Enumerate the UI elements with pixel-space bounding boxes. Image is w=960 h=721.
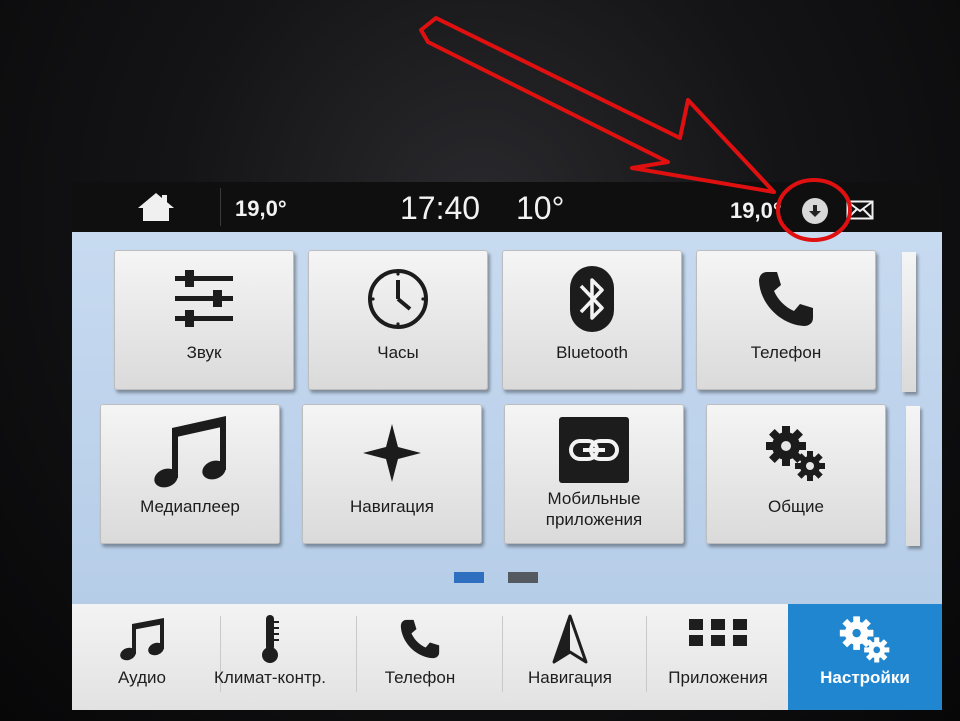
navigation-arrow-icon [552, 614, 588, 664]
status-bar: 19,0° 17:40 10° 19,0° [72, 182, 942, 232]
next-page-tile-edge [906, 406, 920, 546]
tile-label: Звук [186, 343, 222, 362]
tile-phone[interactable]: Телефон [696, 250, 876, 390]
link-icon [559, 417, 629, 483]
tile-bluetooth[interactable]: Bluetooth [502, 250, 682, 390]
nav-settings[interactable]: Настройки [788, 604, 942, 710]
mail-icon [846, 200, 874, 220]
download-icon [809, 205, 821, 217]
nav-apps[interactable]: Приложения [648, 604, 788, 700]
phone-icon [400, 619, 440, 659]
tile-label: Медиаплеер [140, 497, 240, 516]
nav-navigation[interactable]: Навигация [500, 604, 640, 700]
nav-label: Настройки [820, 668, 910, 687]
nav-label: Навигация [528, 668, 612, 687]
bluetooth-icon [570, 266, 614, 332]
bottom-navigation: Аудио Климат-контр. Телефон Навигация Пр… [72, 604, 942, 710]
nav-phone[interactable]: Телефон [350, 604, 490, 700]
grid-icon [689, 619, 747, 646]
tile-label: Телефон [750, 343, 822, 362]
thermometer-icon [262, 615, 279, 663]
clock-icon [368, 269, 428, 329]
clock-time: 17:40 [400, 190, 481, 226]
nav-label: Климат-контр. [214, 668, 326, 687]
outside-temperature: 10° [516, 190, 565, 226]
next-page-tile-edge [902, 252, 916, 392]
sliders-icon [175, 270, 233, 327]
star-compass-icon [363, 424, 421, 482]
nav-label: Телефон [384, 668, 456, 687]
download-button[interactable] [802, 198, 828, 224]
tile-label: Навигация [350, 497, 434, 516]
home-button[interactable] [128, 188, 184, 226]
music-note-icon [120, 618, 164, 661]
tile-label: Bluetooth [556, 343, 628, 362]
tile-general[interactable]: Общие [706, 404, 886, 544]
tile-label: Часы [377, 343, 419, 362]
divider [646, 616, 647, 692]
tile-mobile-apps[interactable]: Мобильные приложения [504, 404, 684, 544]
touch-screen: 19,0° 17:40 10° 19,0° Звук Часы Bluetoot… [72, 182, 942, 710]
gears-icon [766, 426, 825, 481]
tile-sound[interactable]: Звук [114, 250, 294, 390]
tile-navigation[interactable]: Навигация [302, 404, 482, 544]
home-icon [138, 193, 174, 221]
nav-climate[interactable]: Климат-контр. [200, 604, 340, 700]
tile-media-player[interactable]: Медиаплеер [100, 404, 280, 544]
music-note-icon [154, 416, 226, 488]
nav-label: Аудио [118, 668, 166, 687]
cabin-temperature-left[interactable]: 19,0° [235, 196, 287, 222]
messages-button[interactable] [846, 200, 874, 225]
tile-label: Мобильные приложения [545, 489, 643, 529]
tile-clock[interactable]: Часы [308, 250, 488, 390]
page-indicator-active[interactable] [454, 572, 484, 583]
gears-icon [839, 616, 890, 663]
settings-grid: Звук Часы Bluetooth Телефон Медиаплеер Н… [72, 232, 942, 604]
phone-icon [759, 272, 813, 326]
nav-label: Приложения [668, 668, 768, 687]
tile-label: Общие [768, 497, 824, 516]
nav-audio[interactable]: Аудио [72, 604, 212, 700]
divider [220, 188, 221, 226]
cabin-temperature-right[interactable]: 19,0° [730, 198, 782, 224]
page-indicator-inactive[interactable] [508, 572, 538, 583]
